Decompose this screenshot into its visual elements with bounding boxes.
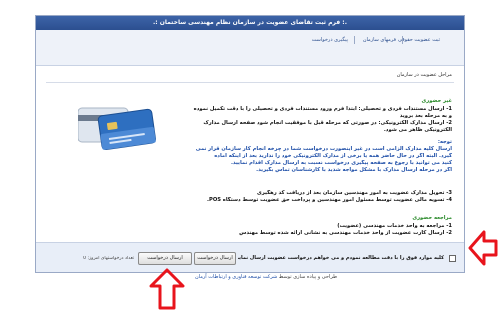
step-line: و به مرحله بعد بروید [399,113,452,119]
note-line: اگر در مرحله ارسال مدارک با مشکل مواجه ش… [256,167,452,173]
main-content: مراحل عضویت در سازمان غیر حضوری 1- ارسال… [36,66,464,242]
section-non-attendance-title: غیر حضوری [421,98,452,104]
agree-checkbox[interactable] [449,255,456,262]
tab-legal-membership[interactable]: ثبت عضویت حقوقی [398,35,440,45]
tab-separator [402,36,403,44]
step-line: 4- تسویه مالی عضویت توسط مسئول امور مهند… [207,197,452,203]
send-request-button[interactable]: ارسال درخواست [194,252,236,265]
credit-card-image [77,102,158,152]
membership-form-window: .: فرم ثبت تقاضای عضویت در سازمان نظام م… [35,15,465,273]
right-arrow-icon [468,230,498,266]
window-title: .: فرم ثبت تقاضای عضویت در سازمان نظام م… [36,16,464,30]
up-arrow-icon [149,268,185,310]
design-label: طراحی و پیاده سازی توسط [278,274,338,280]
note-line: ارسال کلیه مدارک الزامی است در غیر اینصو… [195,146,452,152]
step-line: 1- ارسال مستندات فردی و تحصیلی: ابتدا فر… [193,106,452,112]
tab-organization-forms[interactable]: فرمهای سازمان [363,35,396,45]
tab-request-tracking[interactable]: پیگیری درخواست [312,35,348,45]
credit-card-icon [77,107,156,151]
step-line: 2- ارسال مدارک الکترونیکی: در صورتی که م… [203,120,452,126]
tab-bar: ثبت عضویت حقوقی فرمهای سازمان پیگیری درخ… [36,30,464,66]
divider [46,82,454,83]
section-attendance-title: مراجعه حضوری [412,215,452,221]
step-line: 2- ارسال کارت عضویت از واحد خدمات مهندسی… [239,230,452,236]
page-heading: مراحل عضویت در سازمان [396,72,452,78]
submit-bar: کلیه موارد فوق را با دقت مطالعه نمودم و … [36,242,464,272]
note-title: توجه: [437,139,452,145]
step-line: 1- مراجعه به واحد خدمات مهندسی (عضویت) [337,223,452,229]
note-line: کنید می توانید با رجوع به صفحه پیگیری در… [230,160,452,166]
note-line: گیرد. البته اگر در حال حاضر همه یا برخی … [214,153,452,159]
agree-text: کلیه موارد فوق را با دقت مطالعه نمودم و … [238,255,444,261]
step-line: الکترونیکی ظاهر می شود. [383,127,452,133]
credits: طراحی و پیاده سازی توسط شرکت توسعه فناور… [195,274,337,280]
step-line: 3- تحویل مدارک عضویت به امور مهندسین ساز… [257,190,452,196]
company-link[interactable]: شرکت توسعه فناوری و ارتباطات آرمان [195,274,277,280]
todays-requests-count: تعداد درخواستهای امروز: 0 [83,256,134,261]
tab-separator [354,36,355,44]
request-button[interactable]: ارسال درخواست [138,252,192,265]
